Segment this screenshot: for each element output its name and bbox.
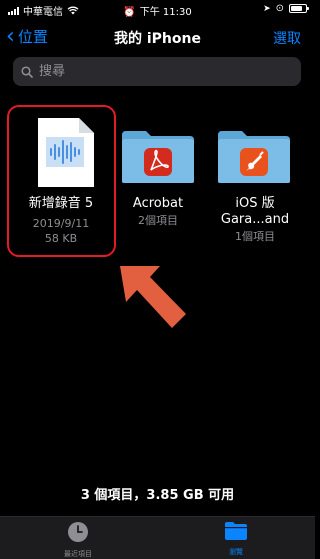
file-meta: 1個項目 [235, 230, 275, 243]
file-item-recording[interactable]: 新增錄音 5 2019/9/11 58 KB [11, 196, 111, 246]
garageband-folder-icon[interactable] [216, 127, 292, 185]
tab-label: 瀏覽 [229, 548, 243, 556]
tab-recents[interactable]: 最近項目 [38, 521, 118, 559]
file-name: 新增錄音 5 [28, 196, 94, 211]
orientation-lock-icon: ⊙ [275, 3, 284, 14]
acrobat-folder-icon[interactable] [120, 127, 196, 185]
file-date: 2019/9/11 [32, 217, 90, 230]
alarm-icon: ⏰ [123, 7, 136, 18]
audio-document-icon[interactable] [35, 115, 97, 190]
tab-label: 最近項目 [64, 550, 92, 558]
file-name: Acrobat [132, 196, 184, 211]
status-time: 下午 11:30 [139, 7, 192, 18]
select-button[interactable]: 選取 [273, 28, 301, 48]
file-name-line2: Gara...and [220, 212, 290, 227]
nav-bar: ‹ 位置 我的 iPhone 選取 [0, 20, 315, 54]
search-input[interactable] [39, 64, 279, 79]
file-meta: 2個項目 [138, 214, 178, 227]
file-item-garageband[interactable]: iOS 版 Gara...and 1個項目 [205, 196, 305, 244]
search-icon [21, 65, 33, 78]
tab-browse[interactable]: 瀏覽 [196, 521, 276, 557]
arrow-annotation [120, 266, 186, 328]
file-name-line1: iOS 版 [235, 196, 275, 211]
file-size: 58 KB [44, 232, 78, 245]
status-bar: 中華電信 ⏰ 下午 11:30 ➤ ⊙ [0, 0, 315, 18]
storage-summary: 3 個項目，3.85 GB 可用 [80, 488, 235, 503]
tab-bar: 最近項目 瀏覽 [0, 516, 315, 559]
battery-icon [289, 4, 309, 13]
page-title: 我的 iPhone [114, 31, 201, 47]
file-item-acrobat[interactable]: Acrobat 2個項目 [108, 196, 208, 228]
search-field[interactable] [13, 57, 301, 86]
location-icon: ➤ [263, 3, 271, 14]
status-right: ➤ ⊙ [263, 3, 309, 14]
clock-icon [68, 522, 88, 542]
folder-icon [225, 522, 247, 540]
